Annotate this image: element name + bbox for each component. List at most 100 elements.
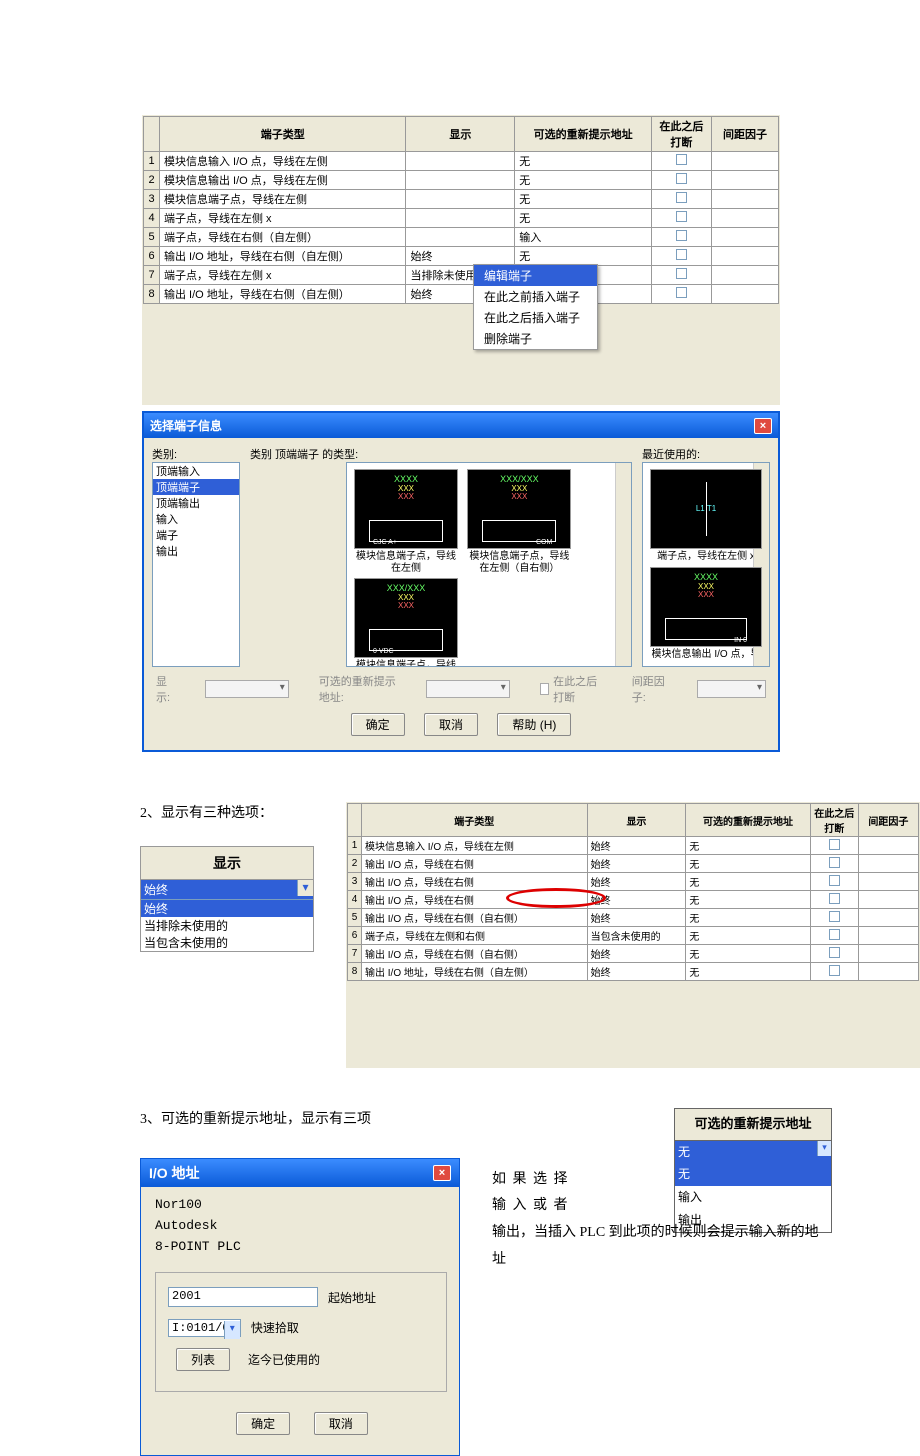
show-label: 显示: xyxy=(156,673,175,705)
category-label: 类别: xyxy=(152,446,240,462)
ok-button[interactable]: 确定 xyxy=(236,1412,290,1435)
col-gap: 间距因子 xyxy=(858,804,918,837)
table-row[interactable]: 8输出 I/O 地址，导线在右侧（自左侧）始终无 xyxy=(144,285,779,304)
col-readdr: 可选的重新提示地址 xyxy=(686,804,810,837)
checkbox[interactable] xyxy=(829,857,840,868)
grid-empty-area xyxy=(143,304,779,404)
table-row[interactable]: 5端子点，导线在右侧（自左侧）输入 xyxy=(144,228,779,247)
thumb-item[interactable]: XXX/XXXXXXXXXCOM模块信息端子点，导线在左侧（自右侧） xyxy=(467,469,571,574)
col-gap: 间距因子 xyxy=(711,117,778,152)
readdr-header: 可选的重新提示地址 xyxy=(675,1109,831,1141)
table-row[interactable]: 6端子点，导线在左侧和右侧当包含未使用的无 xyxy=(348,927,919,945)
checkbox[interactable] xyxy=(676,249,687,260)
table-row[interactable]: 2模块信息输出 I/O 点，导线在左侧无 xyxy=(144,171,779,190)
cat-item[interactable]: 顶端输出 xyxy=(153,495,239,511)
ok-button[interactable]: 确定 xyxy=(351,713,405,736)
table-row[interactable]: 3模块信息端子点，导线在左侧无 xyxy=(144,190,779,209)
checkbox[interactable] xyxy=(676,230,687,241)
col-type: 端子类型 xyxy=(362,804,588,837)
col-show: 显示 xyxy=(587,804,686,837)
ctx-insert-after[interactable]: 在此之后插入端子 xyxy=(474,307,597,328)
start-address-label: 起始地址 xyxy=(328,1289,376,1306)
chevron-down-icon[interactable]: ▾ xyxy=(224,1321,240,1339)
checkbox[interactable] xyxy=(676,268,687,279)
quick-pick-label: 快速拾取 xyxy=(251,1319,299,1336)
table-row[interactable]: 1模块信息输入 I/O 点，导线在左侧无 xyxy=(144,152,779,171)
scrollbar[interactable] xyxy=(615,463,631,666)
chevron-down-icon[interactable]: ▾ xyxy=(297,880,313,896)
dialog-titlebar[interactable]: 选择端子信息 × xyxy=(144,413,778,438)
recent-item[interactable]: XXXXXXXXXXIN 0模块信息输出 I/O 点，导 xyxy=(650,567,762,661)
display-options-box: 显示 始终 ▾ 始终 当排除未使用的 当包含未使用的 xyxy=(140,846,314,952)
table-row[interactable]: 3输出 I/O 点，导线在右侧始终无 xyxy=(348,873,919,891)
body-text: 输出，当插入 PLC 到此项的时候则会提示输入新的地址 xyxy=(492,1220,832,1273)
close-icon[interactable]: × xyxy=(433,1165,451,1181)
break-checkbox: 在此之后打断 xyxy=(540,673,602,705)
body-text: 输 入 或 者 xyxy=(492,1193,832,1220)
body-text: 如 果 选 择 xyxy=(492,1167,832,1194)
help-button[interactable]: 帮助 (H) xyxy=(497,713,571,736)
col-num xyxy=(144,117,160,152)
thumb-item[interactable]: XXX/XXXXXXXXX0 VDC模块信息端子点，导线在左侧（自左侧） xyxy=(354,578,458,667)
col-type: 端子类型 xyxy=(160,117,406,152)
category-listbox[interactable]: 顶端输入 顶端端子 顶端输出 输入 端子 输出 xyxy=(152,462,240,667)
io-line1: Nor100 xyxy=(155,1197,449,1212)
start-address-input[interactable]: 2001 xyxy=(168,1287,318,1307)
checkbox[interactable] xyxy=(676,211,687,222)
checkbox[interactable] xyxy=(676,287,687,298)
table-row[interactable]: 1模块信息输入 I/O 点，导线在左侧始终无 xyxy=(348,837,919,855)
cat-item[interactable]: 输出 xyxy=(153,543,239,559)
checkbox[interactable] xyxy=(829,875,840,886)
type-thumbnail-grid[interactable]: XXXXXXXXXXCJC A+模块信息端子点，导线在左侧 XXX/XXXXXX… xyxy=(346,462,632,667)
table-row[interactable]: 6输出 I/O 地址，导线在右侧（自左侧）始终无 xyxy=(144,247,779,266)
table-row[interactable]: 4端子点，导线在左侧 x无 xyxy=(144,209,779,228)
readdr-dropdown[interactable]: 无 ▾ xyxy=(675,1141,831,1164)
cat-item[interactable]: 顶端输入 xyxy=(153,463,239,479)
table-row[interactable]: 5输出 I/O 点，导线在右侧（自右侧）始终无 xyxy=(348,909,919,927)
display-header: 显示 xyxy=(141,847,313,880)
table-row[interactable]: 7输出 I/O 点，导线在右侧（自右侧）始终无 xyxy=(348,945,919,963)
col-break: 在此之后打断 xyxy=(651,117,711,152)
close-icon[interactable]: × xyxy=(754,418,772,434)
cancel-button[interactable]: 取消 xyxy=(424,713,478,736)
display-dropdown[interactable]: 始终 ▾ xyxy=(141,880,313,900)
checkbox[interactable] xyxy=(676,173,687,184)
gap-input xyxy=(697,680,766,698)
recent-item[interactable]: L1 T1端子点，导线在左侧 x xyxy=(650,469,762,563)
list-item[interactable]: 始终 xyxy=(141,900,313,917)
cat-item[interactable]: 顶端端子 xyxy=(153,479,239,495)
col-break: 在此之后打断 xyxy=(810,804,858,837)
checkbox[interactable] xyxy=(829,965,840,976)
io-title: I/O 地址 xyxy=(149,1163,200,1183)
io-address-dialog: I/O 地址 × Nor100 Autodesk 8-POINT PLC 200… xyxy=(140,1158,460,1456)
checkbox[interactable] xyxy=(676,192,687,203)
list-item[interactable]: 当包含未使用的 xyxy=(141,934,313,951)
checkbox[interactable] xyxy=(676,154,687,165)
ctx-edit-terminal[interactable]: 编辑端子 xyxy=(474,265,597,286)
cat-item[interactable]: 输入 xyxy=(153,511,239,527)
io-line2: Autodesk xyxy=(155,1218,449,1233)
chevron-down-icon[interactable]: ▾ xyxy=(817,1141,831,1156)
list-item[interactable]: 当排除未使用的 xyxy=(141,917,313,934)
cat-item[interactable]: 端子 xyxy=(153,527,239,543)
cancel-button[interactable]: 取消 xyxy=(314,1412,368,1435)
ctx-delete-terminal[interactable]: 删除端子 xyxy=(474,328,597,349)
display-options-list[interactable]: 始终 当排除未使用的 当包含未使用的 xyxy=(141,900,313,951)
ctx-insert-before[interactable]: 在此之前插入端子 xyxy=(474,286,597,307)
list-button[interactable]: 列表 xyxy=(176,1348,230,1371)
col-show: 显示 xyxy=(406,117,515,152)
table-row[interactable]: 4输出 I/O 点，导线在右侧始终无 xyxy=(348,891,919,909)
thumb-item[interactable]: XXXXXXXXXXCJC A+模块信息端子点，导线在左侧 xyxy=(354,469,458,574)
checkbox[interactable] xyxy=(829,947,840,958)
table-row[interactable]: 2输出 I/O 点，导线在右侧始终无 xyxy=(348,855,919,873)
section2-grid: 端子类型 显示 可选的重新提示地址 在此之后打断 间距因子 1模块信息输入 I/… xyxy=(346,802,920,1068)
checkbox[interactable] xyxy=(829,839,840,850)
terminal-grid: 端子类型 显示 可选的重新提示地址 在此之后打断 间距因子 1模块信息输入 I/… xyxy=(142,115,780,405)
checkbox[interactable] xyxy=(829,893,840,904)
readdr-dropdown xyxy=(426,680,510,698)
table-row[interactable]: 8输出 I/O 地址，导线在右侧（自左侧）始终无 xyxy=(348,963,919,981)
checkbox[interactable] xyxy=(829,929,840,940)
table-row[interactable]: 7端子点，导线在左侧 x当排除未使用的无 xyxy=(144,266,779,285)
recent-grid[interactable]: L1 T1端子点，导线在左侧 x XXXXXXXXXXIN 0模块信息输出 I/… xyxy=(642,462,770,667)
checkbox[interactable] xyxy=(829,911,840,922)
